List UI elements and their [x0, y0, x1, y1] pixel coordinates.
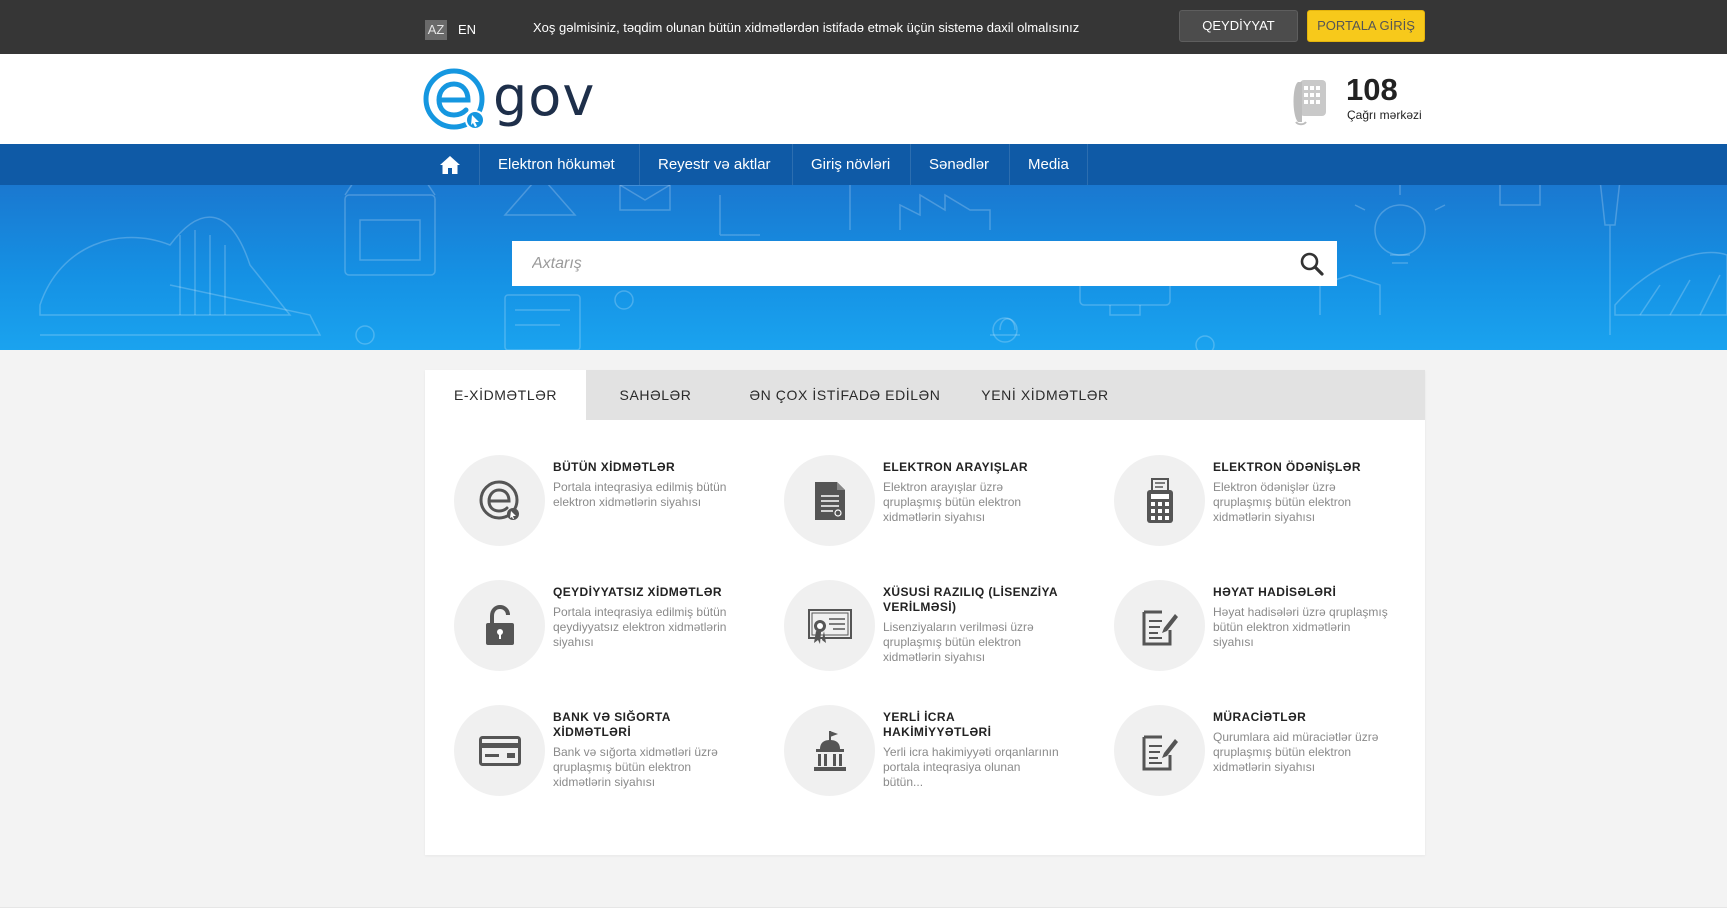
edit-document-icon	[1142, 610, 1178, 645]
service-title: HƏYAT HADİSƏLƏRİ	[1213, 585, 1337, 599]
call-center-number: 108	[1346, 72, 1398, 107]
services-panel: E-XİDMƏTLƏR SAHƏLƏR ƏN ÇOX İSTİFADƏ EDİL…	[425, 370, 1425, 855]
service-title: YERLİ İCRA HAKİMİYYƏTLƏRİ	[883, 710, 992, 739]
portal-login-button[interactable]: PORTALA GİRİŞ	[1307, 10, 1425, 42]
service-title: ELEKTRON ÖDƏNİŞLƏR	[1213, 460, 1361, 474]
tab-new-services[interactable]: YENİ XİDMƏTLƏR	[965, 370, 1125, 420]
service-description: Bank və sığorta xidmətləri üzrə qruplaşm…	[553, 745, 718, 789]
nav-item-electronic-government[interactable]: Elektron hökumət	[479, 144, 633, 185]
service-tabs: E-XİDMƏTLƏR SAHƏLƏR ƏN ÇOX İSTİFADƏ EDİL…	[425, 370, 1425, 420]
main-nav: Elektron hökumət Reyestr və aktlar Giriş…	[0, 144, 1727, 185]
hero-banner	[0, 185, 1727, 350]
government-building-icon	[813, 730, 846, 771]
logo-text: gov	[493, 65, 596, 128]
service-title: QEYDİYYATSIZ XİDMƏTLƏR	[553, 585, 722, 599]
search-icon[interactable]	[1299, 251, 1325, 277]
service-title: MÜRACİƏTLƏR	[1213, 710, 1307, 724]
service-circle	[454, 455, 545, 546]
search-box	[512, 241, 1337, 286]
nav-item-login-types[interactable]: Giriş növləri	[792, 144, 908, 185]
top-bar: AZ EN Xoş gəlmisiniz, təqdim olunan bütü…	[0, 0, 1727, 54]
service-circle	[454, 580, 545, 671]
document-icon	[814, 481, 845, 520]
service-description: Həyat hadisələri üzrə qruplaşmış bütün e…	[1213, 605, 1388, 649]
home-button[interactable]	[427, 150, 473, 180]
service-description: Yerli icra hakimiyyəti orqanlarının port…	[883, 745, 1059, 789]
service-circle	[1114, 705, 1205, 796]
home-icon	[440, 156, 460, 174]
egov-icon	[479, 480, 519, 520]
egov-logo[interactable]: gov	[423, 65, 596, 132]
service-circle	[1114, 580, 1205, 671]
service-circle	[784, 705, 875, 796]
tab-sectors[interactable]: SAHƏLƏR	[586, 370, 725, 420]
calculator-icon	[1146, 477, 1173, 523]
service-title: XÜSUSİ RAZILIQ (LİSENZİYA VERİLMƏSİ)	[883, 585, 1058, 614]
nav-item-media[interactable]: Media	[1009, 144, 1088, 185]
service-title: ELEKTRON ARAYIŞLAR	[883, 460, 1028, 474]
call-center-label: Çağrı mərkəzi	[1347, 108, 1422, 122]
service-description: Qurumlara aid müraciətlər üzrə qruplaşmı…	[1213, 730, 1379, 774]
service-title: BANK VƏ SIĞORTA XİDMƏTLƏRİ	[553, 710, 671, 739]
service-circle	[454, 705, 545, 796]
service-description: Portala inteqrasiya edilmiş bütün qeydiy…	[553, 605, 727, 649]
service-description: Elektron arayışlar üzrə qruplaşmış bütün…	[883, 480, 1022, 524]
header: gov 108 Çağrı mərkəzi	[0, 54, 1727, 144]
service-circle	[784, 455, 875, 546]
egov-logo-e-icon	[423, 68, 485, 130]
service-circle	[1114, 455, 1205, 546]
footer-strip	[0, 907, 1727, 917]
credit-card-icon	[478, 735, 521, 766]
service-title: BÜTÜN XİDMƏTLƏR	[553, 460, 676, 474]
phone-icon	[1293, 80, 1326, 126]
tab-most-used[interactable]: ƏN ÇOX İSTİFADƏ EDİLƏN	[725, 370, 965, 420]
certificate-icon	[807, 608, 852, 644]
unlock-icon	[485, 604, 514, 645]
nav-item-registry-acts[interactable]: Reyestr və aktlar	[639, 144, 789, 185]
register-button[interactable]: QEYDİYYAT	[1179, 10, 1298, 42]
welcome-message: Xoş gəlmisiniz, təqdim olunan bütün xidm…	[533, 20, 1080, 35]
tab-e-services[interactable]: E-XİDMƏTLƏR	[425, 370, 586, 420]
lang-az-button[interactable]: AZ	[425, 20, 447, 40]
lang-en-button[interactable]: EN	[456, 20, 478, 40]
edit-document-icon	[1142, 735, 1178, 770]
service-description: Portala inteqrasiya edilmiş bütün elektr…	[553, 480, 727, 509]
search-input[interactable]	[512, 241, 1272, 286]
service-circle	[784, 580, 875, 671]
service-description: Lisenziyaların verilməsi üzrə qruplaşmış…	[883, 620, 1034, 664]
service-description: Elektron ödənişlər üzrə qruplaşmış bütün…	[1213, 480, 1352, 524]
nav-item-documents[interactable]: Sənədlər	[910, 144, 1007, 185]
